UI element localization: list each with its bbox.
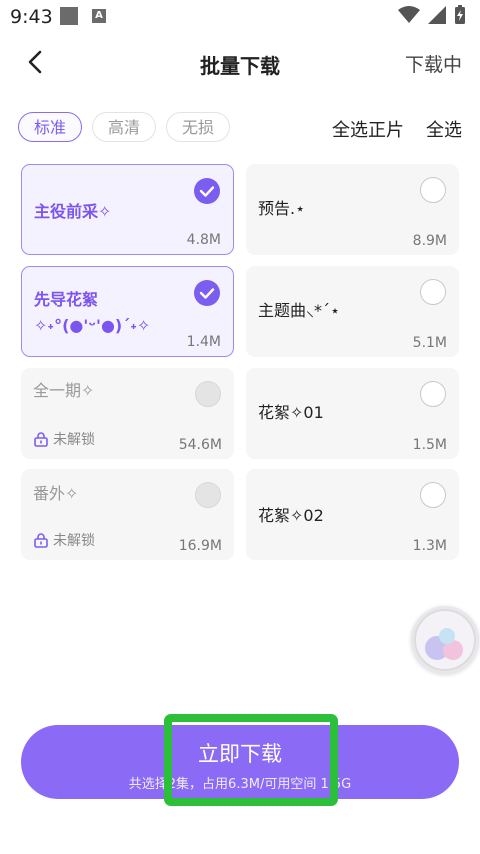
episode-name: 花絮✧01 <box>258 403 324 422</box>
tab-lossless[interactable]: 无损 <box>166 112 231 142</box>
episode-name: 花絮✧02 <box>258 506 324 525</box>
episode-card[interactable]: 花絮✧02 1.3M <box>246 469 459 560</box>
checkbox-empty-icon[interactable] <box>420 279 446 305</box>
episode-card[interactable]: 主题曲⸜*ˊ⋆ 5.1M <box>246 266 459 357</box>
select-main-episodes-button[interactable]: 全选正片 <box>332 116 404 142</box>
episode-card[interactable]: 先导花絮 ✧˖°(●'ᵕ'●)ˊ˖✧ 1.4M <box>21 266 234 357</box>
episode-size: 4.8M <box>186 232 221 248</box>
episode-size: 1.5M <box>412 437 447 453</box>
episode-card-locked[interactable]: 番外✧ 未解锁 16.9M <box>21 469 234 560</box>
tab-hd[interactable]: 高清 <box>92 112 157 142</box>
checkbox-disabled-icon <box>195 482 221 508</box>
tab-standard[interactable]: 标准 <box>18 112 83 142</box>
checkbox-empty-icon[interactable] <box>420 482 446 508</box>
episode-size: 5.1M <box>412 335 447 351</box>
checkbox-empty-icon[interactable] <box>420 381 446 407</box>
episode-size: 1.4M <box>186 334 221 350</box>
lock-label: 未解锁 <box>53 533 95 549</box>
checkbox-checked-icon[interactable] <box>194 280 220 306</box>
episode-size: 8.9M <box>412 233 447 249</box>
episode-name: 番外✧ <box>33 484 79 503</box>
header: 批量下载 下载中 <box>0 38 480 88</box>
wifi-icon <box>398 6 420 23</box>
status-icons <box>398 5 466 25</box>
lock-icon <box>34 432 48 447</box>
episode-name: 先导花絮 ✧˖°(●'ᵕ'●)ˊ˖✧ <box>34 290 151 335</box>
episode-name: 预告.⋆ <box>258 199 306 218</box>
checkbox-checked-icon[interactable] <box>194 178 220 204</box>
episode-card-locked[interactable]: 全一期✧ 未解锁 54.6M <box>21 368 234 459</box>
signal-icon <box>428 6 446 24</box>
downloading-link[interactable]: 下载中 <box>405 50 462 77</box>
lock-status: 未解锁 <box>33 530 95 550</box>
episode-name: 主题曲⸜*ˊ⋆ <box>258 301 341 320</box>
status-bar: 9:43 A <box>0 0 480 34</box>
notification-icon <box>60 7 78 25</box>
highlight-box <box>164 714 338 806</box>
episode-name: 主役前采✧ <box>34 202 112 221</box>
lock-icon <box>34 533 48 548</box>
episode-name: 全一期✧ <box>33 381 95 400</box>
episode-size: 54.6M <box>178 437 222 453</box>
battery-icon <box>455 5 465 24</box>
episode-card[interactable]: 花絮✧01 1.5M <box>246 368 459 459</box>
checkbox-disabled-icon <box>195 381 221 407</box>
lock-label: 未解锁 <box>53 432 95 448</box>
floating-album-cover[interactable] <box>411 606 479 674</box>
select-links: 全选正片 全选 <box>332 116 462 142</box>
episode-size: 16.9M <box>178 538 222 554</box>
episode-card[interactable]: 预告.⋆ 8.9M <box>246 164 459 255</box>
lock-status: 未解锁 <box>33 429 95 449</box>
select-all-button[interactable]: 全选 <box>426 116 462 142</box>
quality-tabs: 标准 高清 无损 <box>18 112 231 142</box>
album-art-icon <box>414 609 476 671</box>
episode-size: 1.3M <box>412 538 447 554</box>
app-notification-icon: A <box>92 9 106 23</box>
episode-card[interactable]: 主役前采✧ 4.8M <box>21 164 234 255</box>
status-time: 9:43 <box>10 6 53 28</box>
checkbox-empty-icon[interactable] <box>420 177 446 203</box>
